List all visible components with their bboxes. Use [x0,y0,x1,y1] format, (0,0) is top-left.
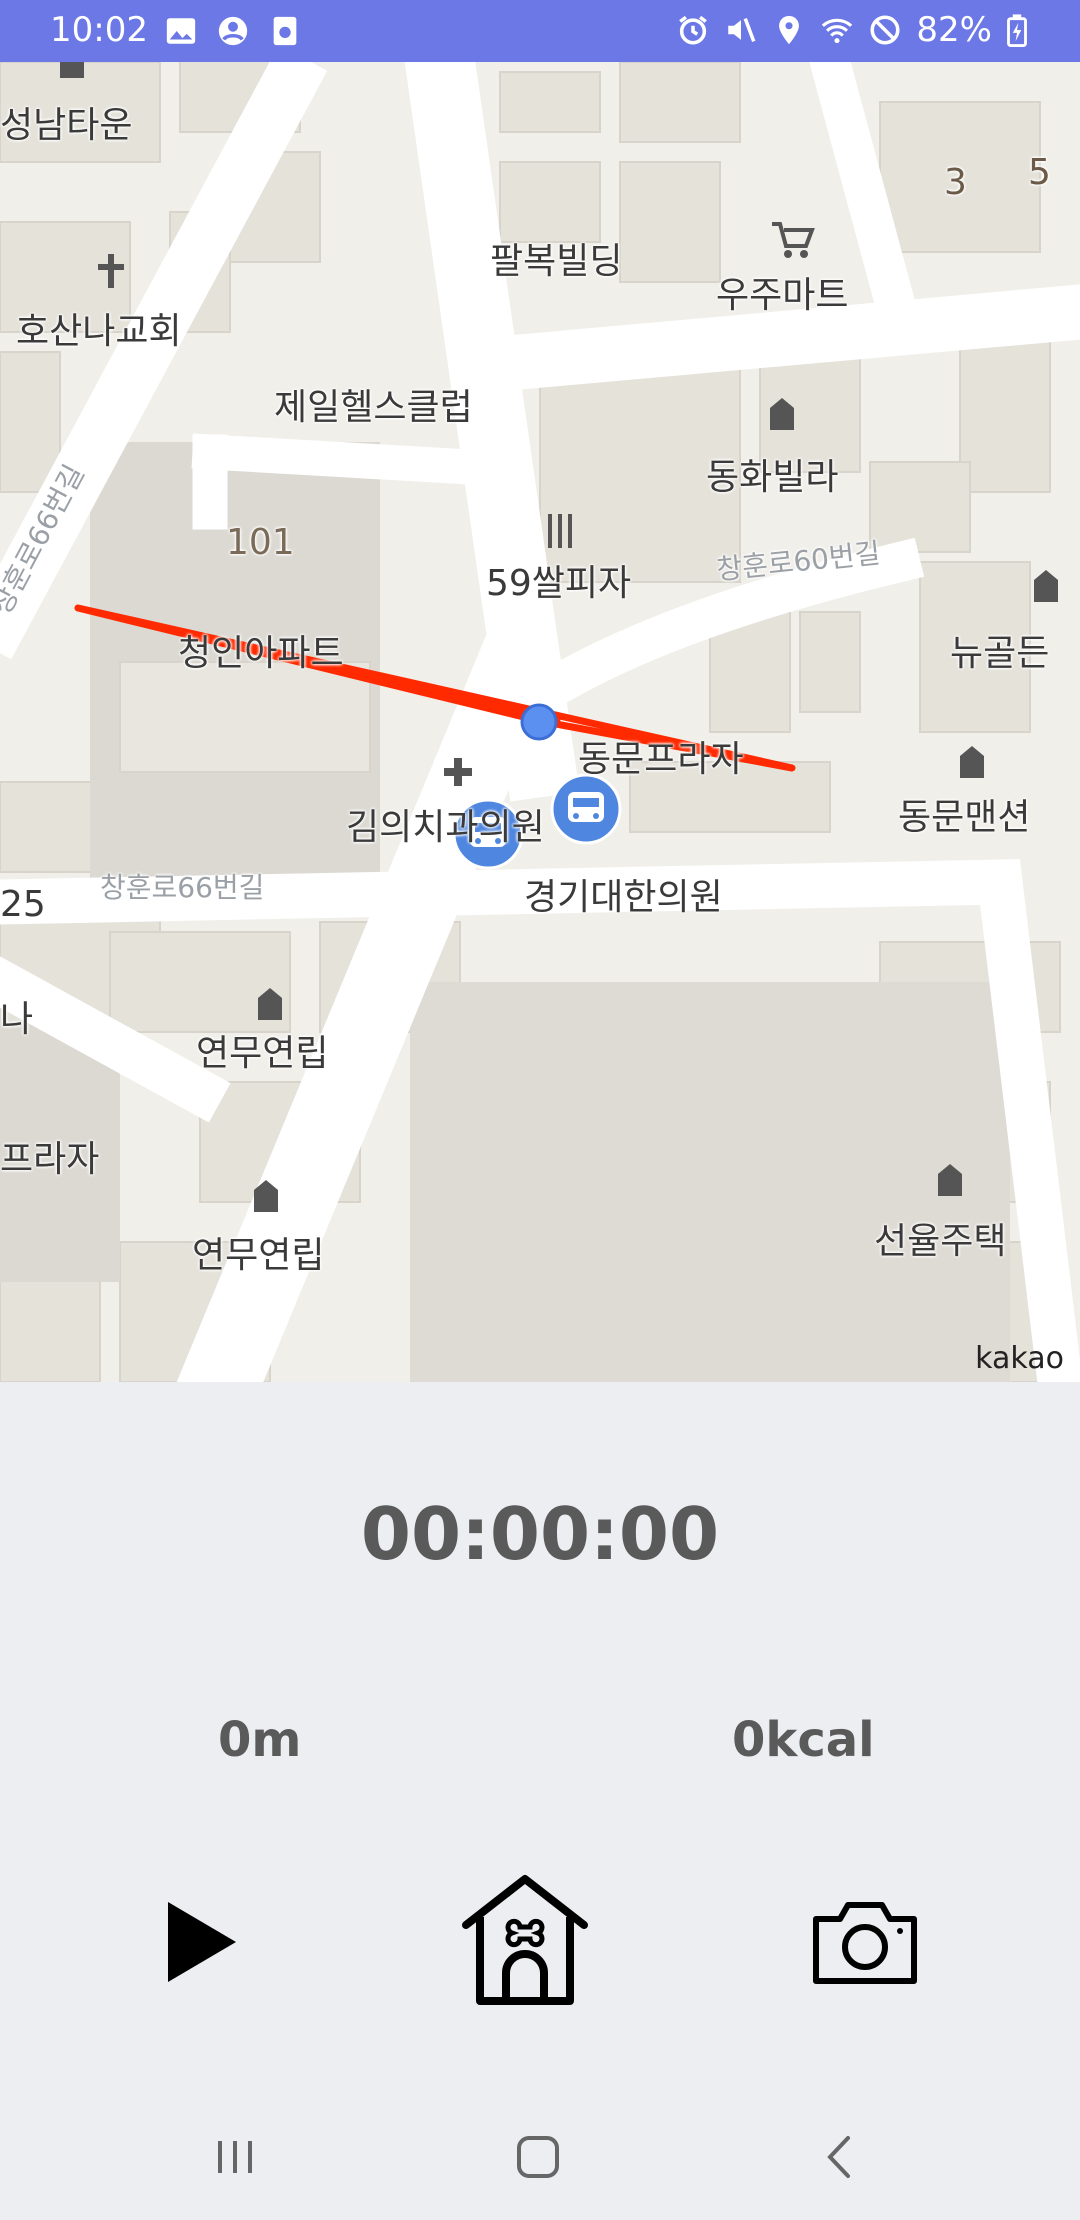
poi-label[interactable]: 선율주택 [874,1212,1006,1264]
camera-button[interactable] [795,1872,935,2012]
poi-label[interactable]: 프라자 [0,1130,99,1182]
image-icon [166,18,196,44]
play-icon [168,1902,236,1982]
road-label: 창훈로66번길 [100,871,265,904]
alarm-icon [679,15,708,45]
back-button[interactable] [800,2127,880,2187]
poi-label[interactable]: 김의치과의원 [346,798,545,850]
screen-record-icon [273,16,297,46]
location-icon [779,15,800,45]
poi-label[interactable]: 동화빌라 [706,448,838,500]
home-button[interactable] [498,2127,578,2187]
camera-icon [813,1902,917,1984]
poi-label[interactable]: 우주마트 [716,266,848,318]
poi-label[interactable]: 경기대한의원 [524,868,723,920]
wifi-icon [822,18,853,44]
poi-label[interactable]: 뉴골든 [950,624,1049,676]
poi-label[interactable]: 연무연립 [196,1024,328,1076]
bus-stop-icon[interactable] [550,773,622,845]
system-navigation-bar [0,2097,1080,2220]
block-icon [870,15,900,45]
poi-label: 나 [0,999,34,1040]
poi-label[interactable]: 동문맨션 [898,788,1030,840]
map-view[interactable]: 성남타운 호산나교회 팔복빌딩 우주마트 제일헬스클럽 동화빌라 59쌀피자 1… [0,62,1080,1382]
address-number: 25 [0,884,46,925]
poi-label[interactable]: 제일헬스클럽 [274,378,473,430]
dog-house-button[interactable] [455,1870,595,2010]
apt-number-label: 101 [226,522,295,563]
poi-label[interactable]: 연무연립 [192,1226,324,1278]
elapsed-timer: 00:00:00 [360,1492,720,1576]
poi-label[interactable]: 59쌀피자 [486,554,631,606]
walk-tracking-panel: 00:00:00 0m 0kcal [0,1382,1080,2097]
battery-icon [1007,14,1027,47]
address-number: 5 [1028,152,1051,193]
back-icon [827,2136,850,2178]
mute-icon [728,18,756,42]
poi-label[interactable]: 성남타운 [0,96,132,148]
battery-percent: 82% [916,10,992,50]
poi-label[interactable]: 동문프라자 [578,730,744,782]
poi-label[interactable]: 청인아파트 [178,624,344,676]
play-button[interactable] [130,1872,270,2012]
status-time: 10:02 [50,10,148,50]
address-number: 3 [944,162,967,203]
calories-value: 0kcal [732,1712,875,1768]
poi-label[interactable]: 호산나교회 [16,302,182,354]
account-icon [218,16,248,46]
distance-value: 0m [218,1712,302,1768]
map-attribution: kakao [975,1341,1064,1376]
status-bar: 10:02 82% [0,0,1080,62]
recent-apps-button[interactable] [195,2127,275,2187]
poi-label[interactable]: 팔복빌딩 [490,232,622,284]
recent-apps-icon [218,2141,252,2173]
home-icon [517,2136,559,2178]
dog-house-icon [462,1874,588,2005]
